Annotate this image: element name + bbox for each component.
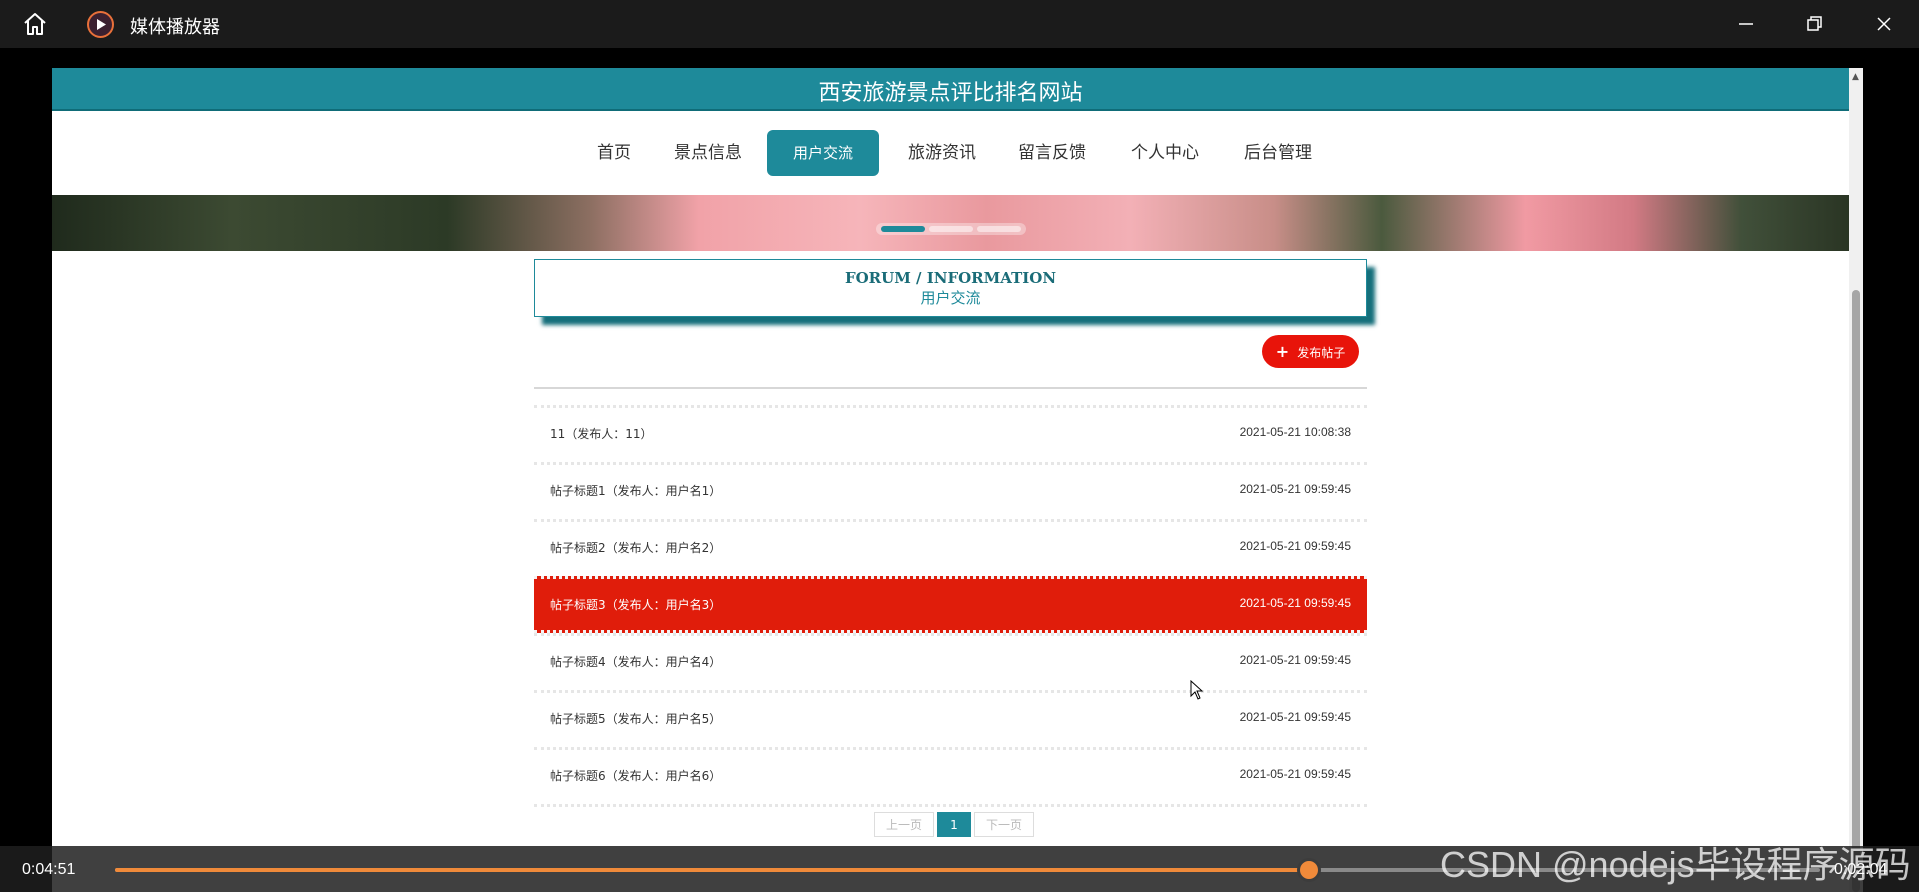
post-title: 帖子标题1（发布人：用户名1）	[550, 484, 722, 498]
new-post-label: 发布帖子	[1297, 346, 1346, 360]
nav-personal-center[interactable]: 个人中心	[1121, 130, 1209, 176]
list-end-divider	[534, 804, 1367, 807]
nav-travel-news[interactable]: 旅游资讯	[898, 130, 986, 176]
post-date: 2021-05-21 09:59:45	[1239, 767, 1351, 781]
post-title: 帖子标题2（发布人：用户名2）	[550, 541, 722, 555]
page-1-button[interactable]: 1	[937, 812, 971, 837]
section-heading-en: FORUM / INFORMATION	[844, 269, 1057, 287]
list-item[interactable]: 帖子标题2（发布人：用户名2） 2021-05-21 09:59:45	[534, 519, 1367, 576]
watermark: CSDN @nodejs毕设程序源码	[1440, 844, 1911, 885]
post-list: 11（发布人：11） 2021-05-21 10:08:38 帖子标题1（发布人…	[534, 405, 1367, 807]
new-post-button[interactable]: + 发布帖子	[1262, 335, 1359, 368]
mouse-cursor-icon	[1190, 680, 1204, 700]
video-frame: 西安旅游景点评比排名网站 首页 景点信息 用户交流 旅游资讯 留言反馈 个人中心…	[52, 68, 1863, 892]
post-date: 2021-05-21 09:59:45	[1239, 653, 1351, 667]
plus-icon: +	[1275, 342, 1290, 361]
nav-attractions[interactable]: 景点信息	[664, 130, 752, 176]
home-icon[interactable]	[22, 12, 48, 36]
close-icon[interactable]	[1870, 10, 1898, 38]
seek-bar-progress	[115, 868, 1309, 872]
carousel-dot[interactable]	[977, 226, 1021, 232]
media-player-icon	[87, 11, 114, 38]
window-title: 媒体播放器	[130, 17, 220, 38]
title-bar: 媒体播放器	[0, 0, 1919, 48]
maximize-icon[interactable]	[1800, 10, 1828, 38]
nav-feedback[interactable]: 留言反馈	[1008, 130, 1096, 176]
section-heading-box: FORUM / INFORMATION 用户交流	[534, 259, 1367, 317]
post-date: 2021-05-21 10:08:38	[1239, 425, 1351, 439]
carousel-dot[interactable]	[929, 226, 973, 232]
list-item[interactable]: 帖子标题5（发布人：用户名5） 2021-05-21 09:59:45	[534, 690, 1367, 747]
nav-forum[interactable]: 用户交流	[767, 130, 879, 176]
list-item-hovered[interactable]: 帖子标题3（发布人：用户名3） 2021-05-21 09:59:45	[534, 576, 1367, 633]
elapsed-time: 0:04:51	[22, 861, 76, 878]
minimize-icon[interactable]	[1732, 10, 1760, 38]
banner-carousel	[52, 195, 1849, 251]
site-title: 西安旅游景点评比排名网站	[818, 81, 1083, 106]
divider	[534, 387, 1367, 389]
post-date: 2021-05-21 09:59:45	[1239, 482, 1351, 496]
post-date: 2021-05-21 09:59:45	[1239, 596, 1351, 610]
prev-page-button[interactable]: 上一页	[874, 812, 934, 837]
seek-bar-thumb[interactable]	[1296, 858, 1321, 882]
main-nav: 首页 景点信息 用户交流 旅游资讯 留言反馈 个人中心 后台管理	[52, 111, 1849, 195]
site-header: 西安旅游景点评比排名网站	[52, 68, 1849, 111]
nav-home[interactable]: 首页	[584, 130, 644, 176]
post-title: 帖子标题4（发布人：用户名4）	[550, 655, 722, 669]
post-title: 帖子标题3（发布人：用户名3）	[550, 598, 722, 612]
nav-admin[interactable]: 后台管理	[1234, 130, 1322, 176]
post-title: 帖子标题6（发布人：用户名6）	[550, 769, 722, 783]
list-item[interactable]: 11（发布人：11） 2021-05-21 10:08:38	[534, 405, 1367, 462]
list-item[interactable]: 帖子标题6（发布人：用户名6） 2021-05-21 09:59:45	[534, 747, 1367, 804]
post-date: 2021-05-21 09:59:45	[1239, 710, 1351, 724]
page-scrollbar[interactable]: ▲	[1849, 68, 1863, 892]
next-page-button[interactable]: 下一页	[974, 812, 1034, 837]
scrollbar-thumb[interactable]	[1852, 290, 1860, 892]
carousel-dot-active[interactable]	[881, 226, 925, 232]
post-title: 11（发布人：11）	[550, 427, 653, 441]
list-item[interactable]: 帖子标题4（发布人：用户名4） 2021-05-21 09:59:45	[534, 633, 1367, 690]
post-title: 帖子标题5（发布人：用户名5）	[550, 712, 722, 726]
scroll-up-icon[interactable]: ▲	[1852, 72, 1859, 82]
carousel-indicators	[876, 223, 1026, 235]
post-date: 2021-05-21 09:59:45	[1239, 539, 1351, 553]
list-item[interactable]: 帖子标题1（发布人：用户名1） 2021-05-21 09:59:45	[534, 462, 1367, 519]
section-heading-cn: 用户交流	[920, 289, 981, 307]
